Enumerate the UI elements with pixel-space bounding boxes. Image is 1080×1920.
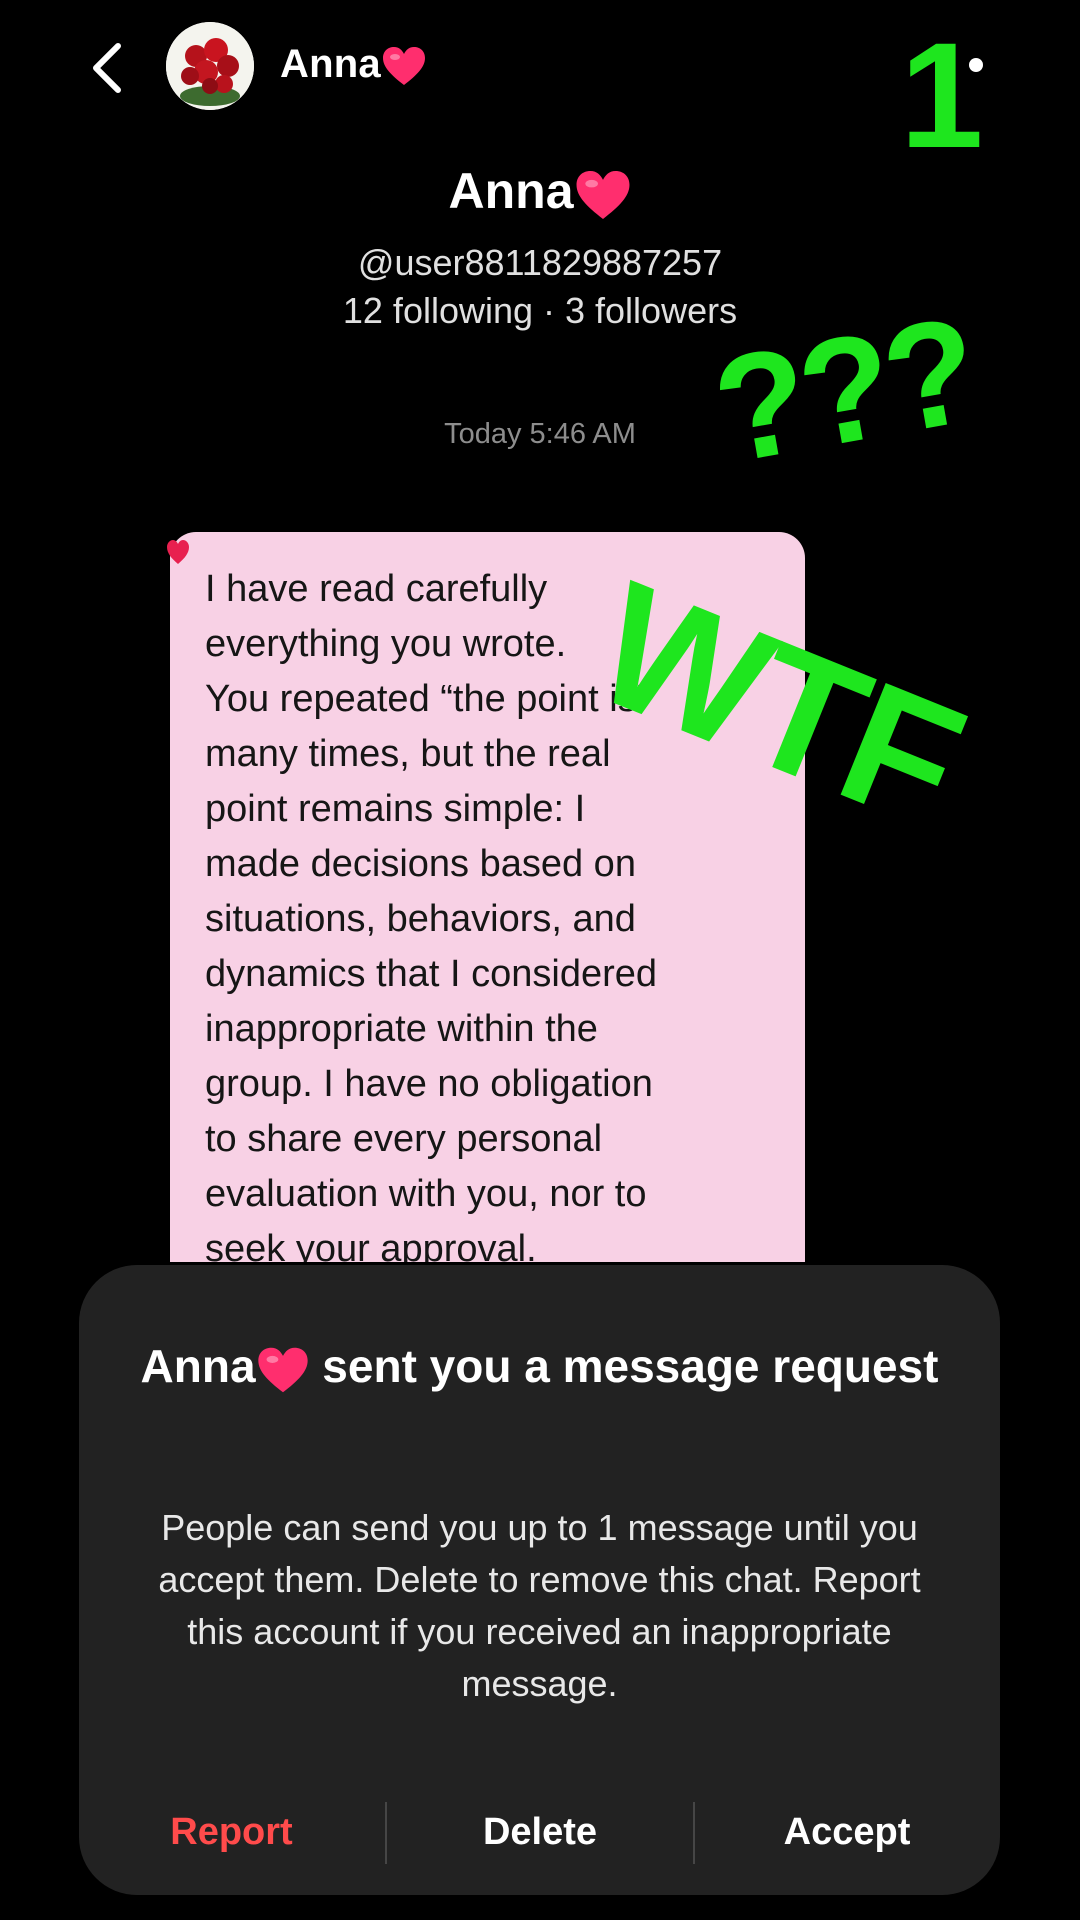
heart-icon — [382, 47, 425, 86]
reaction-heart-icon — [167, 540, 189, 564]
message-request-sheet: Anna sent you a message request People c… — [79, 1265, 1000, 1895]
back-button[interactable] — [82, 38, 132, 98]
heart-icon — [576, 170, 629, 219]
delete-button[interactable]: Delete — [409, 1792, 671, 1872]
sheet-title-rest: sent you a message request — [309, 1340, 939, 1392]
profile-handle[interactable]: @user8811829887257 — [0, 242, 1080, 284]
heart-icon — [257, 1347, 308, 1393]
roses-avatar-image — [166, 22, 254, 110]
overlay-number-one: 1 — [900, 11, 984, 179]
sheet-body: People can send you up to 1 message unti… — [158, 1507, 921, 1704]
overlay-question-marks: ??? — [702, 284, 985, 496]
chevron-left-icon — [93, 43, 121, 93]
accept-button[interactable]: Accept — [714, 1792, 980, 1872]
divider — [385, 1802, 387, 1864]
sheet-title: Anna sent you a message request — [119, 1337, 960, 1395]
profile-name: Anna — [0, 162, 1080, 222]
sheet-actions: Report Delete Accept — [79, 1792, 1000, 1872]
sheet-title-name: Anna — [140, 1340, 256, 1392]
report-button[interactable]: Report — [99, 1792, 364, 1872]
header-name[interactable]: Anna — [280, 42, 427, 87]
avatar[interactable] — [166, 22, 254, 110]
profile-name-text: Anna — [448, 163, 574, 219]
divider — [693, 1802, 695, 1864]
header-name-text: Anna — [280, 42, 381, 86]
